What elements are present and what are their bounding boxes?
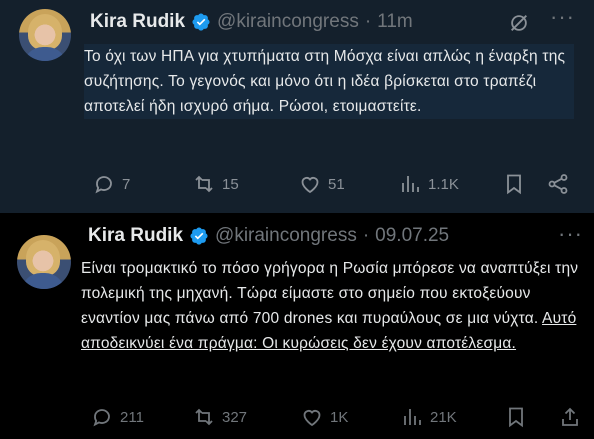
post-text: Το όχι των ΗΠΑ για χτυπήματα στη Μόσχα ε… [84, 44, 574, 119]
separator: · [362, 225, 370, 246]
like-button[interactable]: 1K [300, 405, 348, 429]
share-button[interactable] [546, 172, 576, 196]
reply-count: 211 [120, 408, 144, 426]
repost-count: 327 [222, 408, 248, 426]
upload-button[interactable] [558, 405, 588, 429]
author-name[interactable]: Kira Rudik [88, 225, 183, 247]
repost-icon [195, 175, 213, 193]
like-count: 1K [330, 408, 349, 426]
more-icon[interactable]: ··· [558, 223, 583, 245]
post-text: Είναι τρομακτικό το πόσο γρήγορα η Ρωσία… [81, 256, 581, 356]
post-2[interactable]: Kira Rudik @kiraincongress · 09.07.25 ··… [0, 213, 594, 439]
author-name[interactable]: Kira Rudik [90, 11, 185, 33]
avatar[interactable] [17, 235, 71, 289]
author-handle[interactable]: @kiraincongress [215, 225, 357, 247]
repost-button[interactable]: 327 [192, 405, 247, 429]
verified-icon [190, 227, 208, 245]
post-header: Kira Rudik @kiraincongress · 09.07.25 [88, 225, 449, 247]
bookmark-button[interactable] [502, 172, 532, 196]
reply-count: 7 [122, 175, 131, 193]
like-icon [301, 177, 319, 194]
reply-button[interactable]: 7 [92, 172, 130, 196]
share-icon [548, 174, 568, 194]
repost-count: 15 [222, 175, 239, 193]
post-time[interactable]: 11m [377, 11, 413, 33]
bookmark-icon [509, 407, 523, 428]
post-header: Kira Rudik @kiraincongress · 11m [90, 11, 413, 33]
bookmark-icon [507, 174, 521, 195]
reply-button[interactable]: 211 [90, 405, 144, 429]
grok-icon[interactable] [508, 12, 530, 34]
like-icon [303, 410, 321, 427]
action-bar: 211 327 1K 21K [0, 405, 594, 435]
views-icon [404, 409, 421, 425]
separator: · [364, 11, 372, 32]
like-button[interactable]: 51 [298, 172, 345, 196]
upload-icon [562, 407, 578, 426]
avatar[interactable] [19, 9, 71, 61]
reply-icon [95, 176, 112, 194]
views-button[interactable]: 1.1K [398, 172, 459, 196]
author-handle[interactable]: @kiraincongress [217, 11, 359, 33]
views-count: 1.1K [428, 175, 459, 193]
views-button[interactable]: 21K [400, 405, 457, 429]
reply-icon [93, 409, 110, 427]
more-icon[interactable]: ··· [550, 6, 575, 28]
action-bar: 7 15 51 1.1K [0, 172, 594, 202]
repost-icon [195, 408, 213, 426]
post-time[interactable]: 09.07.25 [375, 225, 449, 247]
views-count: 21K [430, 408, 457, 426]
like-count: 51 [328, 175, 345, 193]
repost-button[interactable]: 15 [192, 172, 239, 196]
post-1[interactable]: Kira Rudik @kiraincongress · 11m ··· Το … [0, 0, 594, 213]
views-icon [402, 176, 419, 192]
bookmark-button[interactable] [504, 405, 534, 429]
verified-icon [192, 13, 210, 31]
post-body: Είναι τρομακτικό το πόσο γρήγορα η Ρωσία… [81, 260, 579, 327]
